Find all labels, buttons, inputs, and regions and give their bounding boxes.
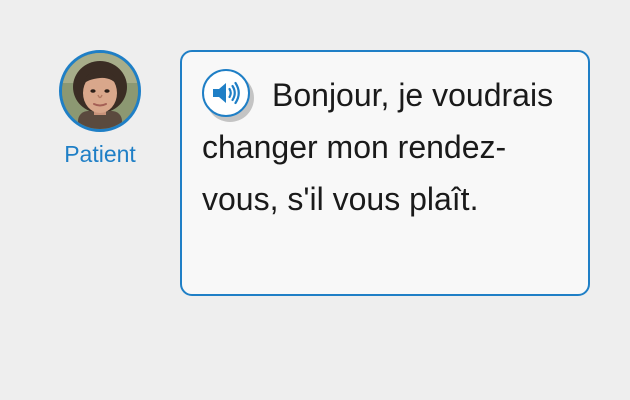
avatar-portrait	[62, 53, 138, 129]
message-text: Bonjour, je voudrais changer mon rendez-…	[202, 77, 554, 217]
play-audio-button[interactable]	[202, 69, 254, 122]
audio-button-face	[202, 69, 250, 117]
speech-bubble: Bonjour, je voudrais changer mon rendez-…	[180, 50, 590, 296]
avatar	[59, 50, 141, 132]
speaker-volume-icon	[213, 81, 240, 105]
speaker-name: Patient	[64, 141, 136, 167]
conversation-panel: Patient Bonjour, je voudrais changer mon…	[0, 0, 630, 400]
speaker-block: Patient	[40, 50, 160, 167]
